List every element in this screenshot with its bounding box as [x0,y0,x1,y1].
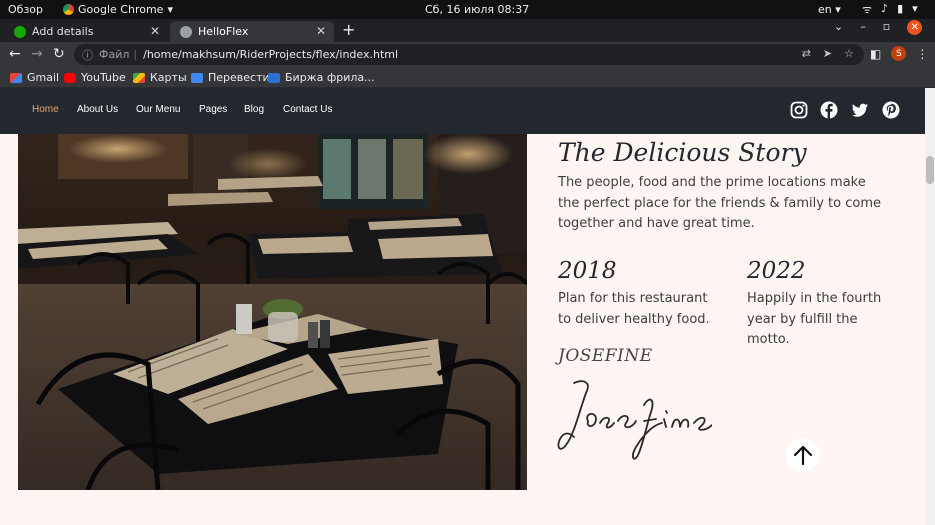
tab-title: HelloFlex [198,25,249,38]
side-panel-icon[interactable]: ◧ [870,47,881,61]
window-close-button[interactable]: ✕ [907,20,923,35]
bookmark-label: YouTube [81,71,126,84]
scrollbar-thumb[interactable] [926,156,934,184]
tab-strip: Add details ✕ HelloFlex ✕ [0,19,935,42]
bookmark-weblancer[interactable]: Биржа фрила... [268,71,375,84]
kebab-menu-icon[interactable]: ⋮ [916,47,928,61]
battery-icon: ▮ [897,2,904,15]
new-tab-button[interactable]: + [342,20,355,39]
chrome-icon [63,4,74,15]
omnibox-actions: ⇄ ➤ ☆ [802,47,854,60]
instagram-icon[interactable] [790,101,808,119]
story-description: The people, food and the prime locations… [558,175,881,231]
upwork-icon [14,25,26,38]
forward-icon[interactable]: → [31,46,43,62]
story-section: The Delicious Story [558,138,888,167]
keyboard-layout[interactable]: en ▾ [818,3,841,16]
url-text[interactable]: /home/makhsum/RiderProjects/flex/index.h… [143,48,398,61]
milestone-text: Happily in the fourth year by fulfill th… [747,291,882,347]
bookmark-label: Перевести [208,71,270,84]
pinterest-icon[interactable] [882,101,900,119]
nav-contact-us[interactable]: Contact Us [283,104,332,115]
chevron-down-icon: ▾ [912,2,918,15]
bookmark-label: Gmail [27,71,60,84]
milestone-year: 2022 [747,258,806,284]
globe-icon [180,25,192,38]
info-icon[interactable]: ⓘ [82,47,93,63]
youtube-icon [64,72,76,83]
app-menu[interactable]: Google Chrome ▾ [63,3,173,16]
browser-toolbar: ← → ↻ ⓘ Файл | /home/makhsum/RiderProjec… [0,42,935,67]
facebook-icon[interactable] [820,101,838,119]
tab-search-icon[interactable]: ⌄ [834,20,843,35]
author-name: JOSEFINE [558,346,653,366]
bookmark-gmail[interactable]: Gmail [10,71,59,84]
bookmark-label: Биржа фрила... [285,71,375,84]
address-bar[interactable]: ⓘ Файл | /home/makhsum/RiderProjects/fle… [74,44,864,65]
chevron-down-icon: ▾ [167,3,173,16]
toolbar-right: ◧ S ⋮ [870,46,928,61]
nav-blog[interactable]: Blog [244,104,264,115]
arrow-up-icon [793,445,813,466]
gmail-icon [10,72,22,83]
weblancer-icon [268,72,280,83]
tab-helloflex[interactable]: HelloFlex ✕ [170,21,334,42]
nav-about-us[interactable]: About Us [77,104,118,115]
bookmark-translate[interactable]: Перевести [191,71,270,84]
nav-home[interactable]: Home [32,104,59,115]
profile-avatar[interactable]: S [891,46,907,61]
keyboard-layout-label: en [818,3,832,16]
clock[interactable]: Сб, 16 июля 08:37 [425,3,529,16]
close-icon[interactable]: ✕ [316,24,326,38]
site-navbar: Home About Us Our Menu Pages Blog Contac… [0,88,925,134]
tab-add-details[interactable]: Add details ✕ [4,21,168,42]
app-name: Google Chrome [78,3,164,16]
page-viewport: Home About Us Our Menu Pages Blog Contac… [0,88,935,525]
system-tray[interactable]: ᯤ ♪ ▮ ▾ [862,2,918,17]
back-to-top-button[interactable] [786,438,820,472]
story-title: The Delicious Story [558,138,807,167]
close-icon[interactable]: ✕ [150,24,160,38]
wifi-icon: ᯤ [862,3,873,16]
milestone-year: 2018 [558,258,617,284]
translate-icon [191,72,203,83]
back-icon[interactable]: ← [9,46,21,62]
restaurant-photo [18,134,527,490]
twitter-icon[interactable] [851,101,869,119]
star-icon[interactable]: ☆ [844,47,854,60]
nav-pages[interactable]: Pages [199,104,227,115]
reload-icon[interactable]: ↻ [53,46,65,62]
tab-title: Add details [32,25,94,38]
send-icon[interactable]: ➤ [823,47,832,60]
signature-image [557,380,712,460]
divider: | [133,48,138,61]
nav-our-menu[interactable]: Our Menu [136,104,180,115]
activities-button[interactable]: Обзор [8,3,43,16]
bookmark-maps[interactable]: Карты [133,71,187,84]
page-scrollbar[interactable] [925,88,935,525]
os-top-bar: Обзор Google Chrome ▾ Сб, 16 июля 08:37 … [0,0,935,19]
scheme-label: Файл [99,48,130,61]
bookmark-youtube[interactable]: YouTube [64,71,126,84]
window-controls: ⌄ – ▫ ✕ [834,20,923,35]
milestone-text: Plan for this restaurant to deliver heal… [558,291,710,327]
volume-icon: ♪ [881,2,889,15]
maps-icon [133,72,145,83]
restore-icon[interactable]: ▫ [883,20,890,35]
minimize-icon[interactable]: – [860,20,866,35]
bookmark-label: Карты [150,71,187,84]
bookmarks-bar: Gmail YouTube Карты Перевести Биржа фрил… [0,67,935,88]
translate-icon[interactable]: ⇄ [802,47,811,60]
